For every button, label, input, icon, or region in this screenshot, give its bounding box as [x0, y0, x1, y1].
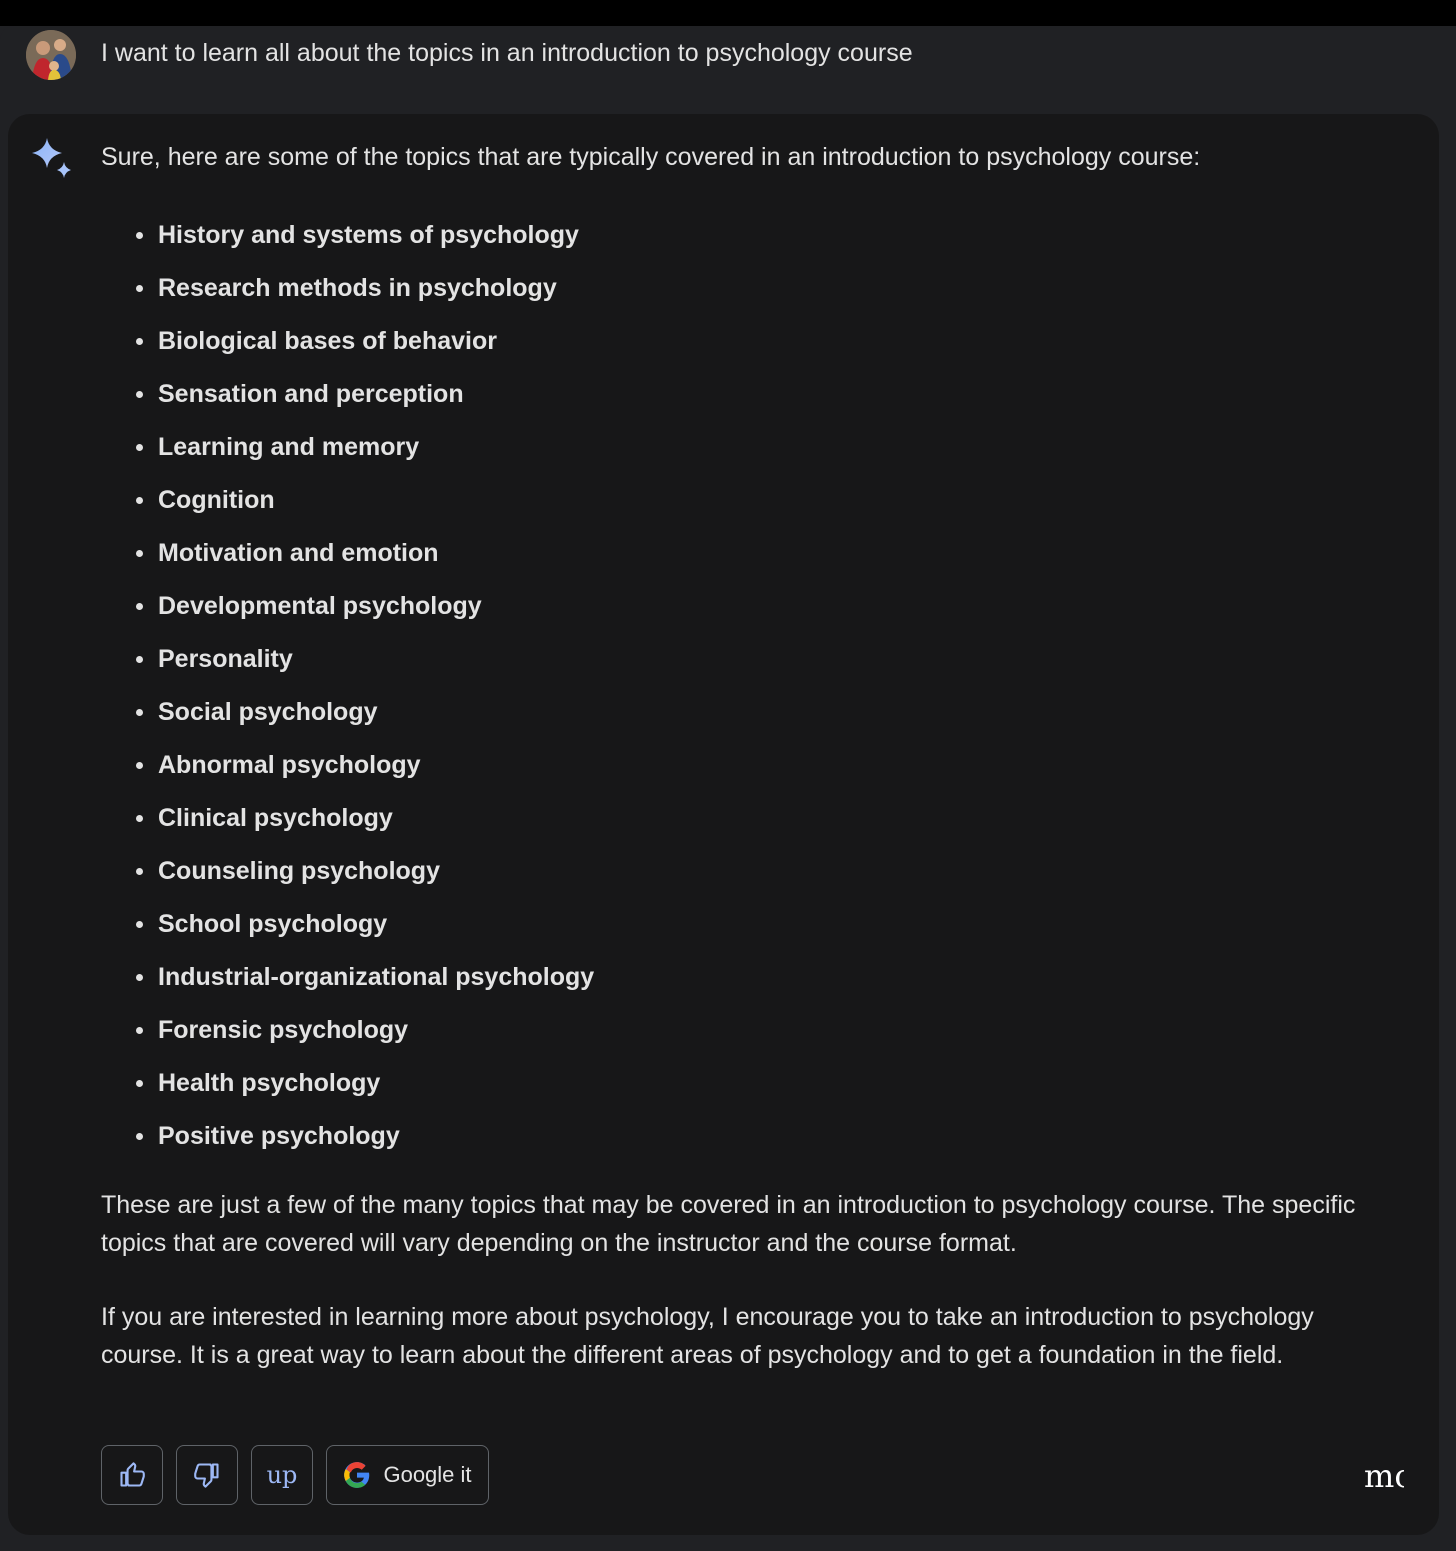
bullet-icon [136, 444, 143, 451]
thumbs-down-button[interactable] [176, 1445, 238, 1505]
thumbs-up-icon [120, 1462, 145, 1487]
topic-label: Clinical psychology [158, 804, 393, 832]
thumbs-down-icon [194, 1463, 219, 1488]
list-item: Abnormal psychology [128, 739, 594, 792]
window-top-bar [0, 0, 1456, 26]
bullet-icon [136, 497, 143, 504]
response-intro: Sure, here are some of the topics that a… [101, 143, 1201, 171]
avatar-photo-icon [26, 30, 76, 80]
list-item: Health psychology [128, 1057, 594, 1110]
list-item: Motivation and emotion [128, 527, 594, 580]
topic-label: History and systems of psychology [158, 221, 579, 249]
topic-label: Health psychology [158, 1069, 381, 1097]
response-paragraph-1: These are just a few of the many topics … [101, 1191, 1356, 1257]
list-item: Industrial-organizational psychology [128, 951, 594, 1004]
bullet-icon [136, 285, 143, 292]
response-actions: up Google it [101, 1445, 489, 1505]
sparkle-icon [32, 138, 71, 178]
topic-label: Personality [158, 645, 293, 673]
topic-label: Abnormal psychology [158, 751, 421, 779]
list-item: Biological bases of behavior [128, 315, 594, 368]
bullet-icon [136, 656, 143, 663]
bullet-icon [136, 1027, 143, 1034]
topic-label: Forensic psychology [158, 1016, 409, 1044]
google-g-icon [344, 1462, 370, 1488]
topic-label: Counseling psychology [158, 857, 440, 885]
list-item: Research methods in psychology [128, 262, 594, 315]
bullet-icon [136, 868, 143, 875]
topic-list: History and systems of psychology Resear… [128, 209, 594, 1163]
topic-label: Biological bases of behavior [158, 327, 497, 355]
topic-label: Industrial-organizational psychology [158, 963, 595, 991]
more-options-text[interactable]: mo [1364, 1457, 1404, 1495]
google-it-button[interactable]: Google it [326, 1445, 489, 1505]
bullet-icon [136, 921, 143, 928]
list-item: Social psychology [128, 686, 594, 739]
topic-label: Motivation and emotion [158, 539, 439, 567]
bullet-icon [136, 974, 143, 981]
topic-label: School psychology [158, 910, 388, 938]
bullet-icon [136, 815, 143, 822]
user-avatar[interactable] [26, 30, 76, 80]
bullet-icon [136, 1080, 143, 1087]
topic-label: Social psychology [158, 698, 378, 726]
thumbs-up-button[interactable] [101, 1445, 163, 1505]
topic-label: Developmental psychology [158, 592, 482, 620]
list-item: Developmental psychology [128, 580, 594, 633]
list-item: History and systems of psychology [128, 209, 594, 262]
bullet-icon [136, 550, 143, 557]
topic-label: Learning and memory [158, 433, 420, 461]
user-prompt-row: I want to learn all about the topics in … [0, 26, 1456, 114]
google-it-label: Google it [383, 1462, 472, 1487]
list-item: Sensation and perception [128, 368, 594, 421]
list-item: Learning and memory [128, 421, 594, 474]
topic-label: Research methods in psychology [158, 274, 557, 302]
list-item: Cognition [128, 474, 594, 527]
list-item: Counseling psychology [128, 845, 594, 898]
topic-label: Positive psychology [158, 1122, 400, 1150]
list-item: Positive psychology [128, 1110, 594, 1163]
bullet-icon [136, 391, 143, 398]
list-item: Clinical psychology [128, 792, 594, 845]
list-item: School psychology [128, 898, 594, 951]
bullet-icon [136, 232, 143, 239]
bullet-icon [136, 1133, 143, 1140]
topic-label: Sensation and perception [158, 380, 464, 408]
up-button[interactable]: up [251, 1445, 313, 1505]
list-item: Forensic psychology [128, 1004, 594, 1057]
user-message: I want to learn all about the topics in … [101, 39, 913, 67]
bullet-icon [136, 338, 143, 345]
response-paragraph-2: If you are interested in learning more a… [101, 1303, 1314, 1369]
bullet-icon [136, 709, 143, 716]
topic-label: Cognition [158, 486, 275, 514]
response-card: Sure, here are some of the topics that a… [8, 114, 1439, 1535]
list-item: Personality [128, 633, 594, 686]
bullet-icon [136, 762, 143, 769]
bullet-icon [136, 603, 143, 610]
